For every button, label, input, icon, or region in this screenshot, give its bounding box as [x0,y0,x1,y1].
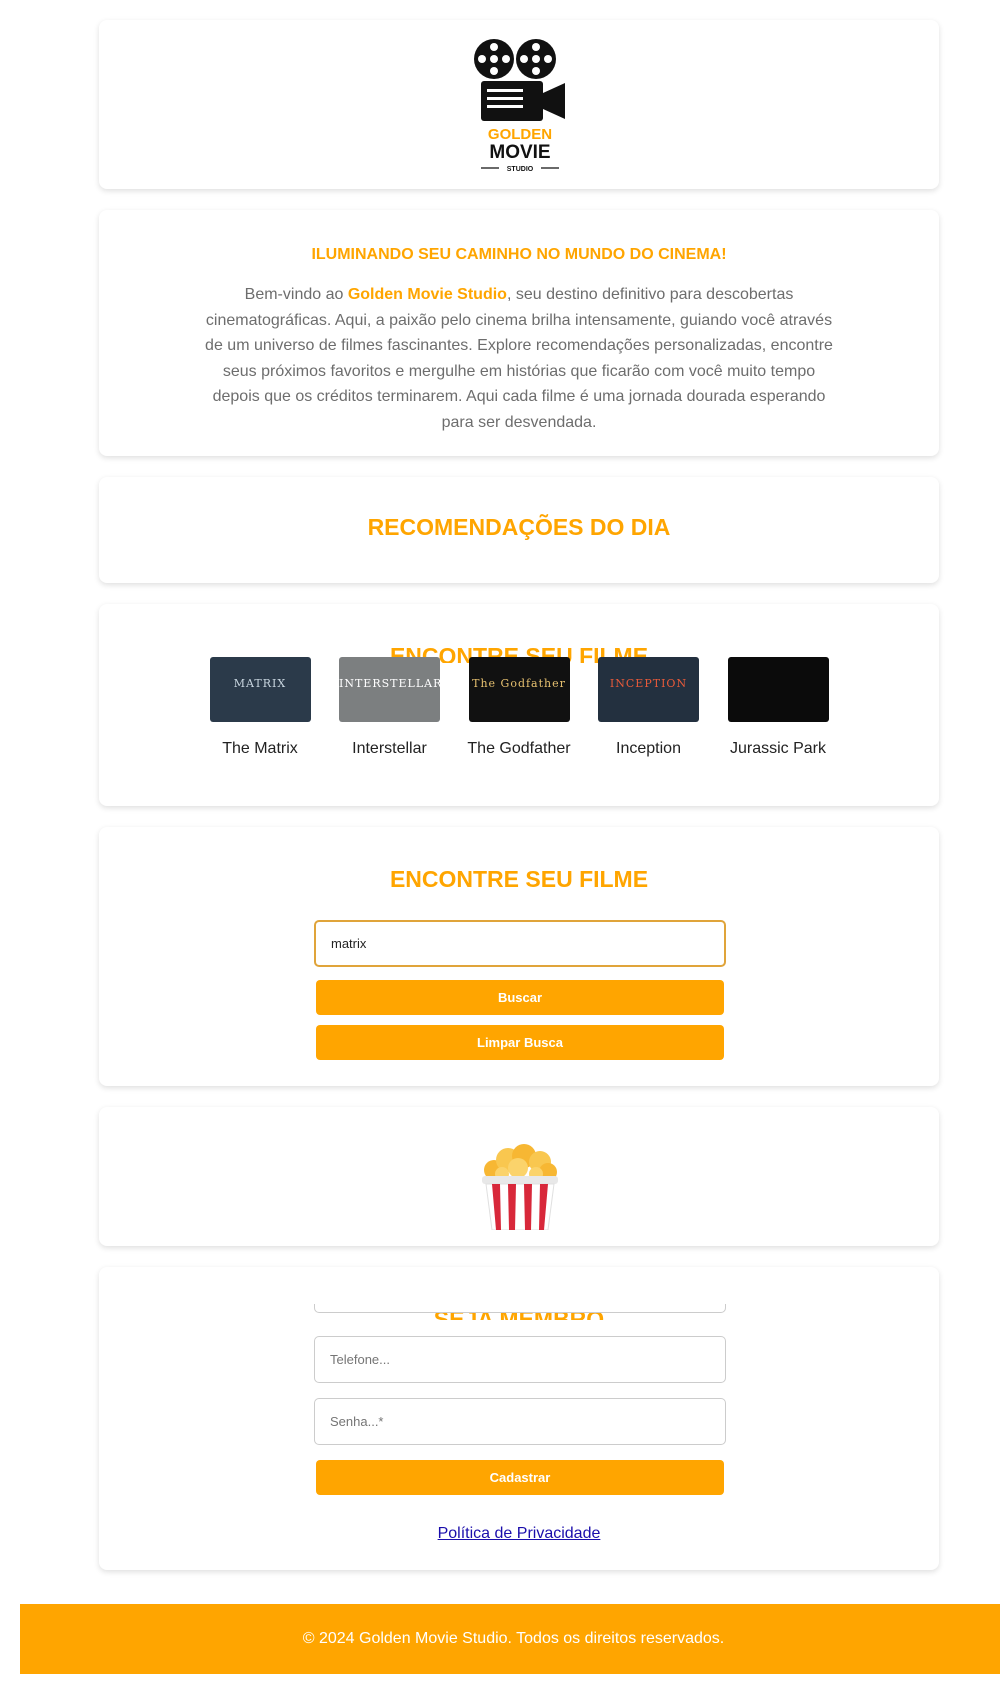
search-button[interactable]: Buscar [316,980,724,1015]
film-title[interactable]: The Matrix [206,740,314,758]
clear-search-button[interactable]: Limpar Busca [316,1025,724,1060]
film-item[interactable]: INCEPTION Inception [595,657,703,758]
recommendations-title: RECOMENDAÇÕES DO DIA [367,514,671,540]
film-poster[interactable]: The Godfather [468,657,570,722]
member-card: SEJA MEMBRO Cadastrar Política de Privac… [99,1267,939,1570]
popcorn-card [99,1107,939,1246]
film-projector-logo: GOLDEN MOVIE STUDIO [474,39,565,173]
film-poster[interactable] [727,657,829,722]
register-button[interactable]: Cadastrar [316,1460,724,1495]
film-item[interactable]: The Godfather The Godfather [465,657,573,758]
film-item[interactable]: Jurassic Park [724,657,832,758]
popcorn-icon [482,1144,558,1230]
footer: © 2024 Golden Movie Studio. Todos os dir… [20,1604,1000,1674]
poster-text: INTERSTELLAR [339,677,440,690]
film-poster[interactable]: MATRIX [209,657,311,722]
intro-text-after: , seu destino definitivo para descoberta… [205,286,833,431]
search-title: ENCONTRE SEU FILME [389,866,649,892]
logo-line3: STUDIO [507,166,534,173]
intro-text: Bem-vindo ao Golden Movie Studio, seu de… [199,282,839,435]
intro-text-before: Bem-vindo ao [244,286,348,303]
poster-text: The Godfather [472,677,566,690]
film-item[interactable]: MATRIX The Matrix [206,657,314,758]
password-input[interactable] [314,1398,726,1445]
film-title[interactable]: Interstellar [336,740,444,758]
search-card: ENCONTRE SEU FILME Buscar Limpar Busca [99,827,939,1086]
privacy-policy-link[interactable]: Política de Privacidade [99,1525,939,1543]
film-list: MATRIX The Matrix INTERSTELLAR Interstel… [206,657,832,758]
phone-input[interactable] [314,1336,726,1383]
film-title[interactable]: Inception [595,740,703,758]
footer-text: © 2024 Golden Movie Studio. Todos os dir… [302,1630,725,1647]
logo-line2: MOVIE [489,142,550,163]
header-card: GOLDEN MOVIE STUDIO [99,20,939,189]
poster-text: INCEPTION [609,677,688,690]
intro-card: ILUMINANDO SEU CAMINHO NO MUNDO DO CINEM… [99,210,939,456]
film-item[interactable]: INTERSTELLAR Interstellar [336,657,444,758]
recommendations-card: RECOMENDAÇÕES DO DIA [99,477,939,583]
brand-name: Golden Movie Studio [347,286,507,303]
name-input-partial[interactable] [314,1304,726,1313]
logo-line1: GOLDEN [488,126,552,143]
intro-title: ILUMINANDO SEU CAMINHO NO MUNDO DO CINEM… [311,246,727,263]
film-poster[interactable]: INTERSTELLAR [339,657,440,722]
film-poster[interactable]: INCEPTION [598,657,699,722]
film-title[interactable]: Jurassic Park [724,740,832,758]
search-input[interactable] [314,920,726,967]
poster-text: MATRIX [233,677,287,690]
film-title[interactable]: The Godfather [465,740,573,758]
films-card: ENCONTRE SEU FILME MATRIX The Matrix INT… [99,604,939,806]
